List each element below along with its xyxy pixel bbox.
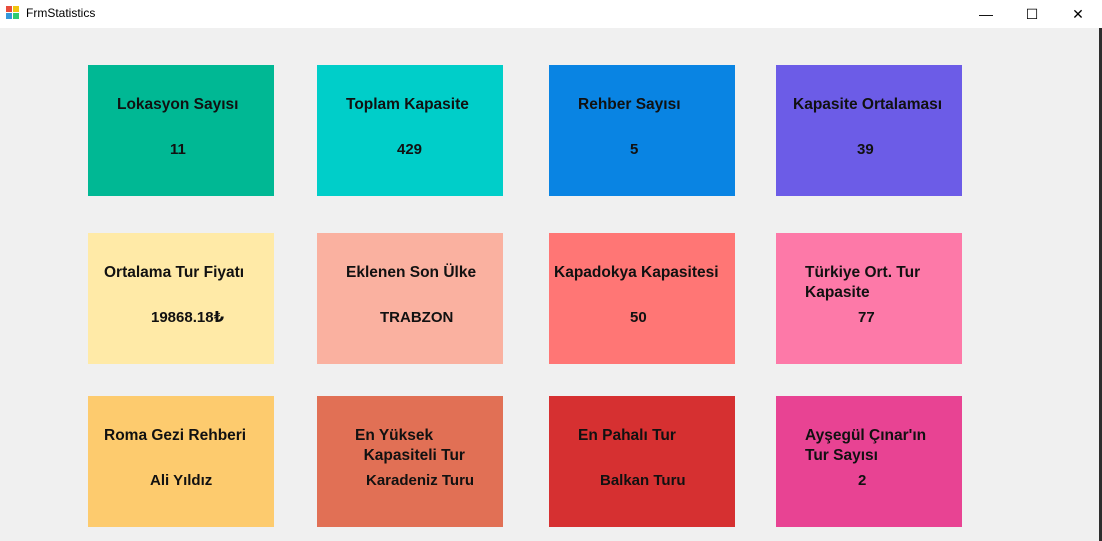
card-label: Kapadokya Kapasitesi bbox=[554, 264, 719, 281]
close-button[interactable]: ✕ bbox=[1055, 0, 1101, 28]
app-icon bbox=[6, 6, 20, 20]
card-label: Toplam Kapasite bbox=[346, 96, 469, 113]
card-label: Ortalama Tur Fiyatı bbox=[104, 264, 245, 281]
stat-card-en-yuksek-kapasiteli-tur: En Yüksek Kapasiteli Tur Karadeniz Turu bbox=[317, 396, 503, 527]
stat-card-aysegul-cinar-tur-sayisi: Ayşegül Çınar'ın Tur Sayısı 2 bbox=[776, 396, 962, 527]
card-value: 77 bbox=[858, 309, 875, 326]
stat-card-kapasite-ortalamasi: Kapasite Ortalaması 39 bbox=[776, 65, 962, 196]
stat-card-eklenen-son-ulke: Eklenen Son Ülke TRABZON bbox=[317, 233, 503, 364]
window-title: FrmStatistics bbox=[26, 6, 96, 20]
card-value: 5 bbox=[630, 141, 639, 158]
stat-card-toplam-kapasite: Toplam Kapasite 429 bbox=[317, 65, 503, 196]
card-label: Türkiye Ort. Tur Kapasite bbox=[805, 264, 921, 301]
card-label: Roma Gezi Rehberi bbox=[104, 427, 247, 444]
card-value: 11 bbox=[170, 141, 186, 158]
card-value: Ali Yıldız bbox=[150, 472, 213, 489]
stat-card-kapadokya-kapasitesi: Kapadokya Kapasitesi 50 bbox=[549, 233, 735, 364]
card-label: Lokasyon Sayısı bbox=[117, 96, 239, 113]
card-value: Karadeniz Turu bbox=[366, 472, 475, 489]
card-value: 39 bbox=[857, 141, 874, 158]
card-value: 19868.18₺ bbox=[151, 309, 225, 326]
stat-card-turkiye-ort-tur-kapasite: Türkiye Ort. Tur Kapasite 77 bbox=[776, 233, 962, 364]
stat-card-rehber-sayisi: Rehber Sayısı 5 bbox=[549, 65, 735, 196]
stat-card-en-pahali-tur: En Pahalı Tur Balkan Turu bbox=[549, 396, 735, 527]
card-value: Balkan Turu bbox=[600, 472, 686, 489]
card-label: Kapasite Ortalaması bbox=[793, 96, 943, 113]
title-bar: FrmStatistics — ☐ ✕ bbox=[0, 0, 1102, 28]
card-label: En Pahalı Tur bbox=[578, 427, 676, 444]
card-label: Eklenen Son Ülke bbox=[346, 264, 477, 281]
stat-card-roma-gezi-rehberi: Roma Gezi Rehberi Ali Yıldız bbox=[88, 396, 274, 527]
stat-card-ortalama-tur-fiyati: Ortalama Tur Fiyatı 19868.18₺ bbox=[88, 233, 274, 364]
stat-card-lokasyon-sayisi: Lokasyon Sayısı 11 bbox=[88, 65, 274, 196]
card-value: TRABZON bbox=[380, 309, 454, 326]
maximize-button[interactable]: ☐ bbox=[1009, 0, 1055, 28]
card-label: En Yüksek Kapasiteli Tur bbox=[355, 427, 465, 464]
card-value: 50 bbox=[630, 309, 647, 326]
card-value: 2 bbox=[858, 472, 867, 489]
card-value: 429 bbox=[397, 141, 423, 158]
minimize-button[interactable]: — bbox=[963, 0, 1009, 28]
card-label: Rehber Sayısı bbox=[578, 96, 681, 113]
card-label: Ayşegül Çınar'ın Tur Sayısı bbox=[805, 427, 927, 464]
